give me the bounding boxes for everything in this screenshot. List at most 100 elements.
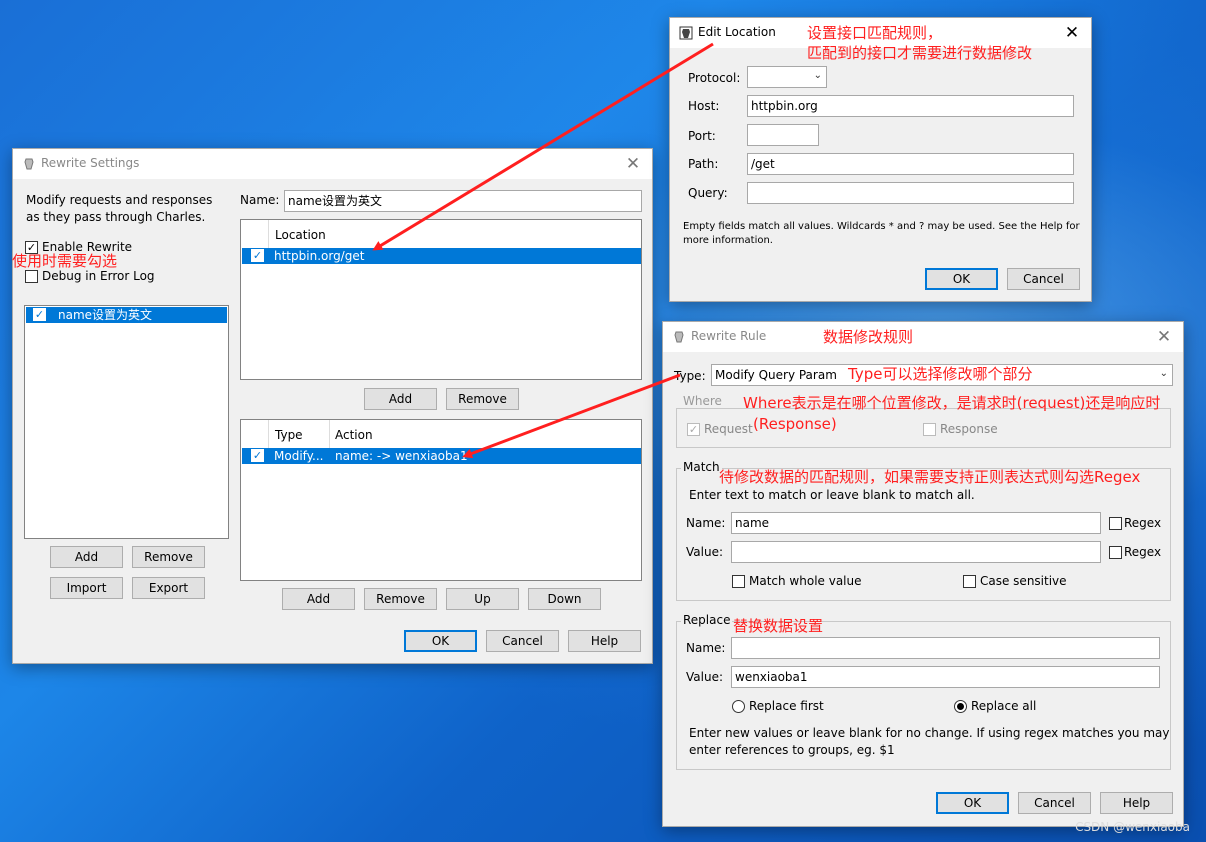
location-checkbox[interactable]: ✓	[251, 249, 264, 262]
path-label: Path:	[688, 157, 719, 171]
type-label: Type:	[674, 369, 706, 383]
response-checkbox[interactable]	[923, 423, 936, 436]
query-input[interactable]	[747, 182, 1074, 204]
export-button[interactable]: Export	[132, 577, 205, 599]
protocol-select[interactable]: ⌄	[747, 66, 827, 88]
rules-table[interactable]: Type Action ✓ Modify... name: -> wenxiao…	[240, 419, 642, 581]
hint-text-1: Empty fields match all values. Wildcards…	[683, 221, 1080, 232]
up-button[interactable]: Up	[446, 588, 519, 610]
match-hint: Enter text to match or leave blank to ma…	[689, 488, 975, 502]
request-checkbox[interactable]: ✓	[687, 423, 700, 436]
radio-selected-dot	[957, 703, 964, 710]
location-table[interactable]: Location ✓ httpbin.org/get	[240, 219, 642, 380]
table-row[interactable]: ✓ Modify... name: -> wenxiaoba1	[242, 448, 641, 464]
list-item[interactable]: ✓ name设置为英文	[26, 307, 227, 323]
replace-all-radio[interactable]	[954, 700, 967, 713]
replace-hint-2: enter references to groups, eg. $1	[689, 743, 895, 757]
ok-button[interactable]: OK	[936, 792, 1009, 814]
rewrite-settings-titlebar: Rewrite Settings ✕	[13, 149, 652, 179]
regex-label: Regex	[1124, 516, 1162, 530]
add-rule-button[interactable]: Add	[282, 588, 355, 610]
rule-action: name: -> wenxiaoba1	[335, 449, 468, 463]
rules-header-divider-1	[268, 420, 269, 448]
location-column-header: Location	[275, 228, 326, 242]
replace-first-label: Replace first	[749, 699, 824, 713]
case-sensitive-label: Case sensitive	[980, 574, 1067, 588]
type-value: Modify Query Param	[715, 368, 837, 382]
match-name-input[interactable]: name	[731, 512, 1101, 534]
host-input[interactable]: httpbin.org	[747, 95, 1074, 117]
rule-checkbox[interactable]: ✓	[251, 449, 264, 462]
remove-set-button[interactable]: Remove	[132, 546, 205, 568]
add-location-button[interactable]: Add	[364, 388, 437, 410]
type-column-header: Type	[275, 428, 303, 442]
watermark: CSDN @wenxiaoba	[1075, 820, 1190, 834]
close-icon[interactable]: ✕	[1153, 326, 1175, 348]
replace-value-label: Value:	[686, 670, 723, 684]
case-sensitive-checkbox[interactable]	[963, 575, 976, 588]
cancel-button[interactable]: Cancel	[1007, 268, 1080, 290]
replace-hint-1: Enter new values or leave blank for no c…	[689, 726, 1170, 740]
name-label: Name:	[240, 193, 280, 207]
cancel-button[interactable]: Cancel	[1018, 792, 1091, 814]
ok-button[interactable]: OK	[404, 630, 477, 652]
chevron-down-icon: ⌄	[813, 70, 822, 81]
location-header-divider	[268, 220, 269, 248]
annotation-rule-title: 数据修改规则	[823, 328, 914, 346]
annotation-where-1: Where表示是在哪个位置修改，是请求时(request)还是响应时	[743, 394, 1161, 412]
chevron-down-icon: ⌄	[1159, 368, 1168, 379]
set-checkbox[interactable]: ✓	[33, 308, 46, 321]
window-title: Edit Location	[698, 25, 776, 39]
down-button[interactable]: Down	[528, 588, 601, 610]
debug-log-checkbox[interactable]	[25, 270, 38, 283]
charles-app-icon	[24, 158, 34, 170]
annotation-where-2: (Response)	[753, 415, 837, 433]
port-input[interactable]	[747, 124, 819, 146]
regex-name-checkbox[interactable]	[1109, 517, 1122, 530]
help-button[interactable]: Help	[1100, 792, 1173, 814]
where-label: Where	[681, 394, 724, 408]
match-value-label: Value:	[686, 545, 723, 559]
annotation-enable: 使用时需要勾选	[12, 252, 118, 270]
replace-name-input[interactable]	[731, 637, 1160, 659]
close-icon[interactable]: ✕	[1061, 22, 1083, 44]
path-input[interactable]: /get	[747, 153, 1074, 175]
hint-text-2: more information.	[683, 235, 773, 246]
annotation-match: 待修改数据的匹配规则，如果需要支持正则表达式则勾选Regex	[719, 468, 1141, 486]
add-set-button[interactable]: Add	[50, 546, 123, 568]
debug-log-label: Debug in Error Log	[42, 269, 155, 283]
replace-first-radio[interactable]	[732, 700, 745, 713]
match-whole-checkbox[interactable]	[732, 575, 745, 588]
replace-value-input[interactable]: wenxiaoba1	[731, 666, 1160, 688]
match-value-input[interactable]	[731, 541, 1101, 563]
rule-type: Modify...	[274, 449, 324, 463]
request-label: Request	[704, 422, 753, 436]
protocol-label: Protocol:	[688, 71, 741, 85]
import-button[interactable]: Import	[50, 577, 123, 599]
table-row[interactable]: ✓ httpbin.org/get	[242, 248, 641, 264]
remove-rule-button[interactable]: Remove	[364, 588, 437, 610]
charles-app-icon	[674, 331, 684, 343]
annotation-location-2: 匹配到的接口才需要进行数据修改	[807, 44, 1033, 62]
remove-location-button[interactable]: Remove	[446, 388, 519, 410]
rule-set-name-input[interactable]: name设置为英文	[284, 190, 642, 212]
help-button[interactable]: Help	[568, 630, 641, 652]
location-value: httpbin.org/get	[274, 249, 365, 263]
replace-all-label: Replace all	[971, 699, 1037, 713]
response-label: Response	[940, 422, 998, 436]
close-icon[interactable]: ✕	[622, 153, 644, 175]
match-name-label: Name:	[686, 516, 726, 530]
window-title: Rewrite Settings	[41, 156, 140, 170]
rewrite-sets-list[interactable]: ✓ name设置为英文	[24, 305, 229, 539]
match-label: Match	[681, 460, 722, 474]
regex-label: Regex	[1124, 545, 1162, 559]
description: Modify requests and responses as they pa…	[26, 193, 213, 224]
ok-button[interactable]: OK	[925, 268, 998, 290]
replace-name-label: Name:	[686, 641, 726, 655]
regex-value-checkbox[interactable]	[1109, 546, 1122, 559]
rewrite-rule-titlebar: Rewrite Rule ✕	[663, 322, 1183, 352]
cancel-button[interactable]: Cancel	[486, 630, 559, 652]
annotation-replace: 替换数据设置	[733, 617, 824, 635]
query-label: Query:	[688, 186, 728, 200]
port-label: Port:	[688, 129, 716, 143]
